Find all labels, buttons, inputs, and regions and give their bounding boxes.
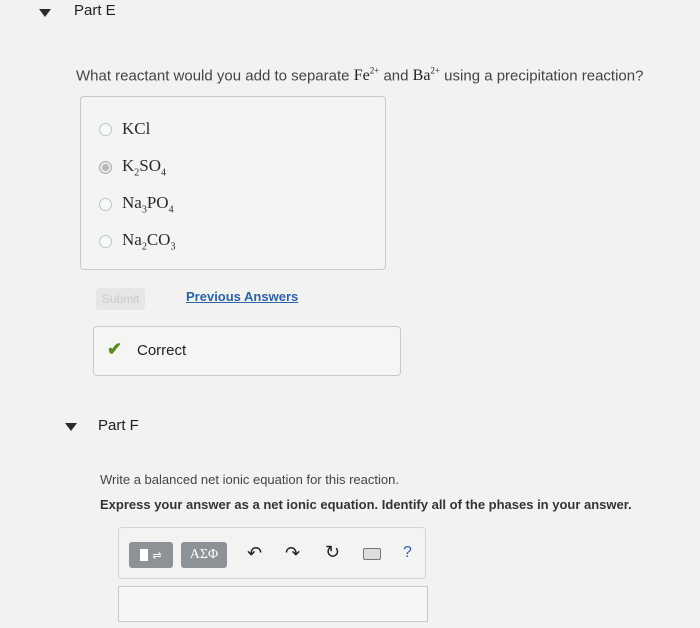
arrows-icon: ⇌	[152, 549, 162, 562]
keyboard-icon[interactable]	[363, 548, 381, 560]
reset-icon[interactable]: ↻	[325, 542, 340, 563]
radio-button[interactable]	[99, 160, 112, 174]
feedback-label: Correct	[137, 342, 187, 359]
radio-button[interactable]	[99, 122, 112, 136]
choice-option[interactable]: Na2CO3	[99, 230, 175, 252]
submit-button[interactable]: Submit	[96, 288, 146, 310]
choice-label: Na3PO4	[122, 193, 174, 216]
choice-label: Na2CO3	[122, 230, 176, 253]
redo-icon[interactable]: ↷	[285, 543, 300, 564]
radio-button[interactable]	[99, 234, 112, 248]
ion-ba: Ba2+	[412, 66, 440, 85]
part-e-title: Part E	[74, 2, 116, 19]
choice-option[interactable]: KCl	[99, 119, 150, 139]
feedback-box: ✔ Correct	[93, 326, 401, 376]
ion-fe: Fe2+	[353, 66, 380, 85]
undo-icon[interactable]: ↶	[247, 543, 262, 564]
answer-choices: KCl K2SO4 Na3PO4 Na2CO3	[80, 96, 386, 270]
previous-answers-link[interactable]: Previous Answers	[186, 289, 298, 304]
question-and: and	[383, 67, 409, 85]
checkmark-icon: ✔	[107, 339, 123, 359]
collapse-caret-icon[interactable]	[65, 423, 77, 431]
radio-button[interactable]	[99, 197, 112, 211]
question-text: What reactant would you add to separate …	[76, 66, 643, 85]
choice-label: KCl	[122, 119, 151, 138]
instruction-text: Write a balanced net ionic equation for …	[100, 472, 399, 487]
choice-label: K2SO4	[122, 156, 167, 179]
collapse-caret-icon[interactable]	[39, 9, 51, 17]
instruction-bold-text: Express your answer as a net ionic equat…	[100, 497, 632, 512]
greek-symbols-button[interactable]: ΑΣΦ	[181, 542, 227, 568]
question-suffix: using a precipitation reaction?	[444, 67, 644, 85]
choice-option[interactable]: K2SO4	[99, 156, 166, 178]
part-f-title: Part F	[98, 417, 139, 434]
answer-input[interactable]	[118, 586, 428, 622]
help-button[interactable]: ?	[403, 544, 412, 562]
template-button[interactable]: ⇌	[129, 542, 173, 568]
equation-toolbar: ⇌ ΑΣΦ ↶ ↷ ↻ ?	[118, 527, 426, 579]
choice-option[interactable]: Na3PO4	[99, 193, 174, 215]
question-prefix: What reactant would you add to separate	[76, 67, 350, 85]
template-icon	[140, 549, 149, 561]
